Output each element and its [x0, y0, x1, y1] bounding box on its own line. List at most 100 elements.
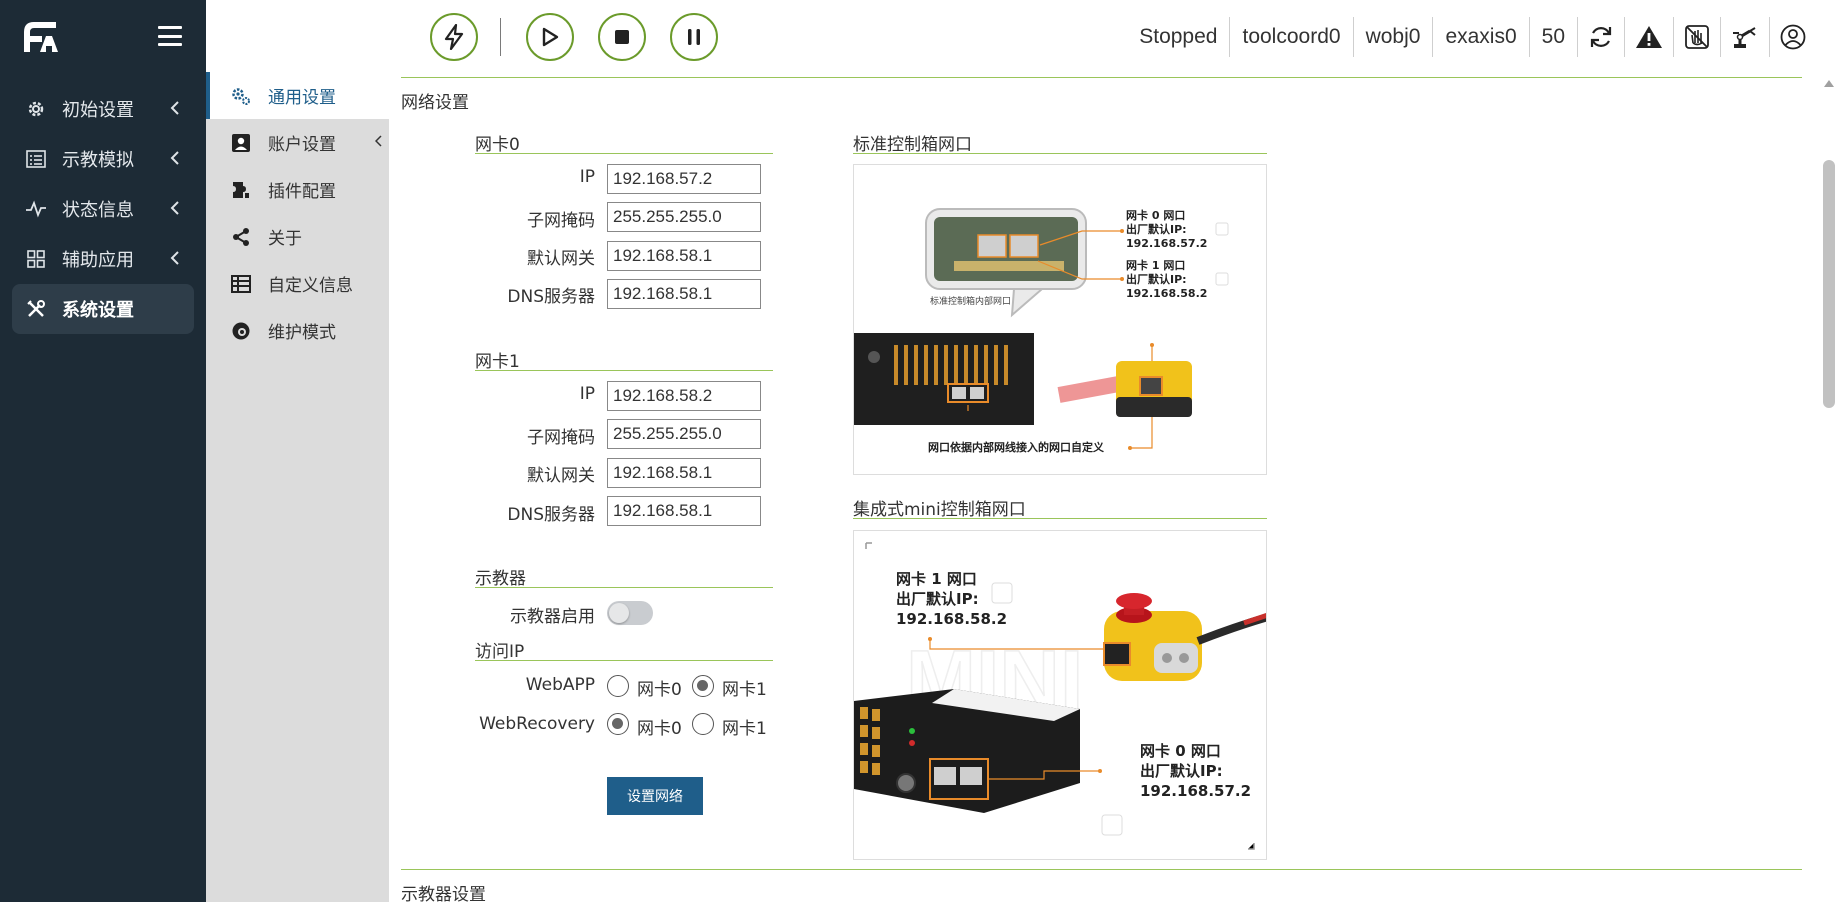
webrecovery-nic0-radio[interactable]	[607, 713, 629, 735]
webapp-nic0-radio[interactable]	[607, 675, 629, 697]
nic1-dns-input[interactable]	[607, 496, 761, 526]
nic1-title: 网卡1	[475, 352, 520, 372]
nic1-gateway-input[interactable]	[607, 458, 761, 488]
hand-off-icon	[1685, 25, 1709, 49]
refresh-icon	[1590, 27, 1612, 47]
standard-box-title: 标准控制箱网口	[853, 135, 972, 155]
nic1-gateway-label: 默认网关	[527, 466, 595, 486]
nic1-mask-label: 子网掩码	[527, 428, 595, 448]
status-bar: Stopped toolcoord0 wobj0 exaxis0 50	[1127, 17, 1816, 57]
nav-item-label: 初始设置	[62, 100, 134, 121]
std-nic1-line2: 出厂默认IP:	[1126, 273, 1187, 286]
nic0-mask-input[interactable]	[607, 202, 761, 232]
nav-item-aux-apps[interactable]: 辅助应用	[12, 234, 194, 284]
list-icon	[24, 147, 48, 171]
user-button[interactable]	[1770, 17, 1816, 57]
work-object-selector[interactable]: wobj0	[1354, 17, 1434, 57]
ext-axis-selector[interactable]: exaxis0	[1433, 17, 1530, 57]
nic0-mask-label: 子网掩码	[527, 211, 595, 231]
nav-item-status-info[interactable]: 状态信息	[12, 184, 194, 234]
drag-teach-button[interactable]	[1674, 17, 1721, 57]
main-content: 网络设置 网卡0 IP 子网掩码 默认网关 DNS服务器 网卡1 IP 子网掩码…	[389, 72, 1820, 905]
divider	[853, 518, 1267, 519]
nav-item-initial-settings[interactable]: 初始设置	[12, 84, 194, 134]
std-nic1-line3: 192.168.58.2	[1126, 287, 1208, 300]
nic1-ip-label: IP	[579, 384, 595, 404]
submenu-item-custom-info[interactable]: 自定义信息	[206, 260, 389, 307]
chevron-left-icon	[170, 151, 179, 165]
nic0-gateway-input[interactable]	[607, 241, 761, 271]
scroll-up-arrow[interactable]	[1824, 80, 1834, 87]
inner-port-caption: 标准控制箱内部网口	[930, 297, 1012, 307]
pendant-enable-toggle[interactable]	[607, 601, 653, 625]
pendant-title: 示教器	[475, 569, 526, 589]
webrecovery-nic0-label: 网卡0	[637, 719, 682, 739]
nav-item-label: 示教模拟	[62, 150, 134, 171]
nic1-ip-input[interactable]	[607, 381, 761, 411]
warning-button[interactable]	[1625, 17, 1674, 57]
submenu-item-label: 插件配置	[268, 182, 336, 202]
speed-value[interactable]: 50	[1530, 17, 1578, 57]
webrecovery-nic1-radio[interactable]	[692, 713, 714, 735]
page-scrollbar[interactable]	[1820, 72, 1838, 902]
robot-arm-icon	[1733, 27, 1756, 48]
nav-item-system-settings[interactable]: 系统设置	[12, 284, 194, 334]
page-title: 网络设置	[401, 93, 469, 113]
mini-box-title: 集成式mini控制箱网口	[853, 500, 1026, 520]
nic1-mask-input[interactable]	[607, 419, 761, 449]
pause-icon	[688, 29, 700, 45]
submenu-item-about[interactable]: 关于	[206, 213, 389, 260]
submenu-item-maintenance[interactable]: 维护模式	[206, 307, 389, 354]
mini-nic0-line1: 网卡 0 网口	[1140, 742, 1221, 760]
nic0-dns-input[interactable]	[607, 279, 761, 309]
play-button[interactable]	[526, 13, 574, 61]
std-bottom-note: 网口依据内部网线接入的网口自定义	[928, 441, 1104, 454]
nic0-ip-input[interactable]	[607, 164, 761, 194]
tools-icon	[24, 297, 48, 321]
tool-coord-selector[interactable]: toolcoord0	[1230, 17, 1354, 57]
user-icon	[1780, 24, 1806, 50]
standard-box-illustration	[854, 208, 1229, 450]
run-status: Stopped	[1127, 17, 1231, 57]
stop-button[interactable]	[598, 13, 646, 61]
pendant-enable-label: 示教器启用	[510, 607, 595, 627]
mini-nic1-line1: 网卡 1 网口	[896, 570, 977, 588]
submenu-item-general[interactable]: 通用设置	[206, 72, 389, 119]
nic0-title: 网卡0	[475, 135, 520, 155]
refresh-button[interactable]	[1578, 17, 1625, 57]
divider	[401, 869, 1802, 870]
std-nic0-line1: 网卡 0 网口	[1126, 209, 1186, 222]
nic1-dns-label: DNS服务器	[507, 505, 595, 525]
top-toolbar: Stopped toolcoord0 wobj0 exaxis0 50	[206, 0, 1838, 72]
webapp-nic0-label: 网卡0	[637, 680, 682, 700]
submenu-item-plugins[interactable]: 插件配置	[206, 166, 389, 213]
nav-item-teach-simulation[interactable]: 示教模拟	[12, 134, 194, 184]
main-sidebar: 初始设置 示教模拟 状态信息 辅助应用 系统设置	[0, 0, 206, 902]
cog-icon	[230, 85, 252, 107]
nav-item-label: 系统设置	[62, 300, 134, 321]
pause-button[interactable]	[670, 13, 718, 61]
toolbar-divider	[500, 18, 501, 56]
robot-button[interactable]	[1721, 17, 1770, 57]
play-icon	[542, 27, 559, 47]
std-nic0-line3: 192.168.57.2	[1126, 237, 1208, 250]
divider	[475, 660, 773, 661]
standard-box-diagram: 标准控制箱内部网口 网卡 0 网口 出厂默认IP: 192.168.57.2 网…	[853, 164, 1267, 475]
account-icon	[230, 132, 252, 154]
divider	[475, 153, 773, 154]
table-icon	[230, 273, 252, 295]
menu-toggle-button[interactable]	[158, 26, 182, 46]
chevron-left-icon	[170, 201, 179, 215]
webapp-nic1-label: 网卡1	[722, 680, 767, 700]
set-network-button[interactable]: 设置网络	[607, 777, 703, 815]
scroll-thumb[interactable]	[1823, 160, 1835, 408]
submenu-item-label: 账户设置	[268, 135, 336, 155]
share-icon	[230, 226, 252, 248]
power-button[interactable]	[430, 13, 478, 61]
submenu-item-label: 维护模式	[268, 323, 336, 343]
mini-nic0-line2: 出厂默认IP:	[1140, 762, 1223, 780]
submenu-item-account[interactable]: 账户设置	[206, 119, 389, 166]
submenu-item-label: 关于	[268, 229, 302, 249]
nav-item-label: 辅助应用	[62, 250, 134, 271]
webapp-nic1-radio[interactable]	[692, 675, 714, 697]
